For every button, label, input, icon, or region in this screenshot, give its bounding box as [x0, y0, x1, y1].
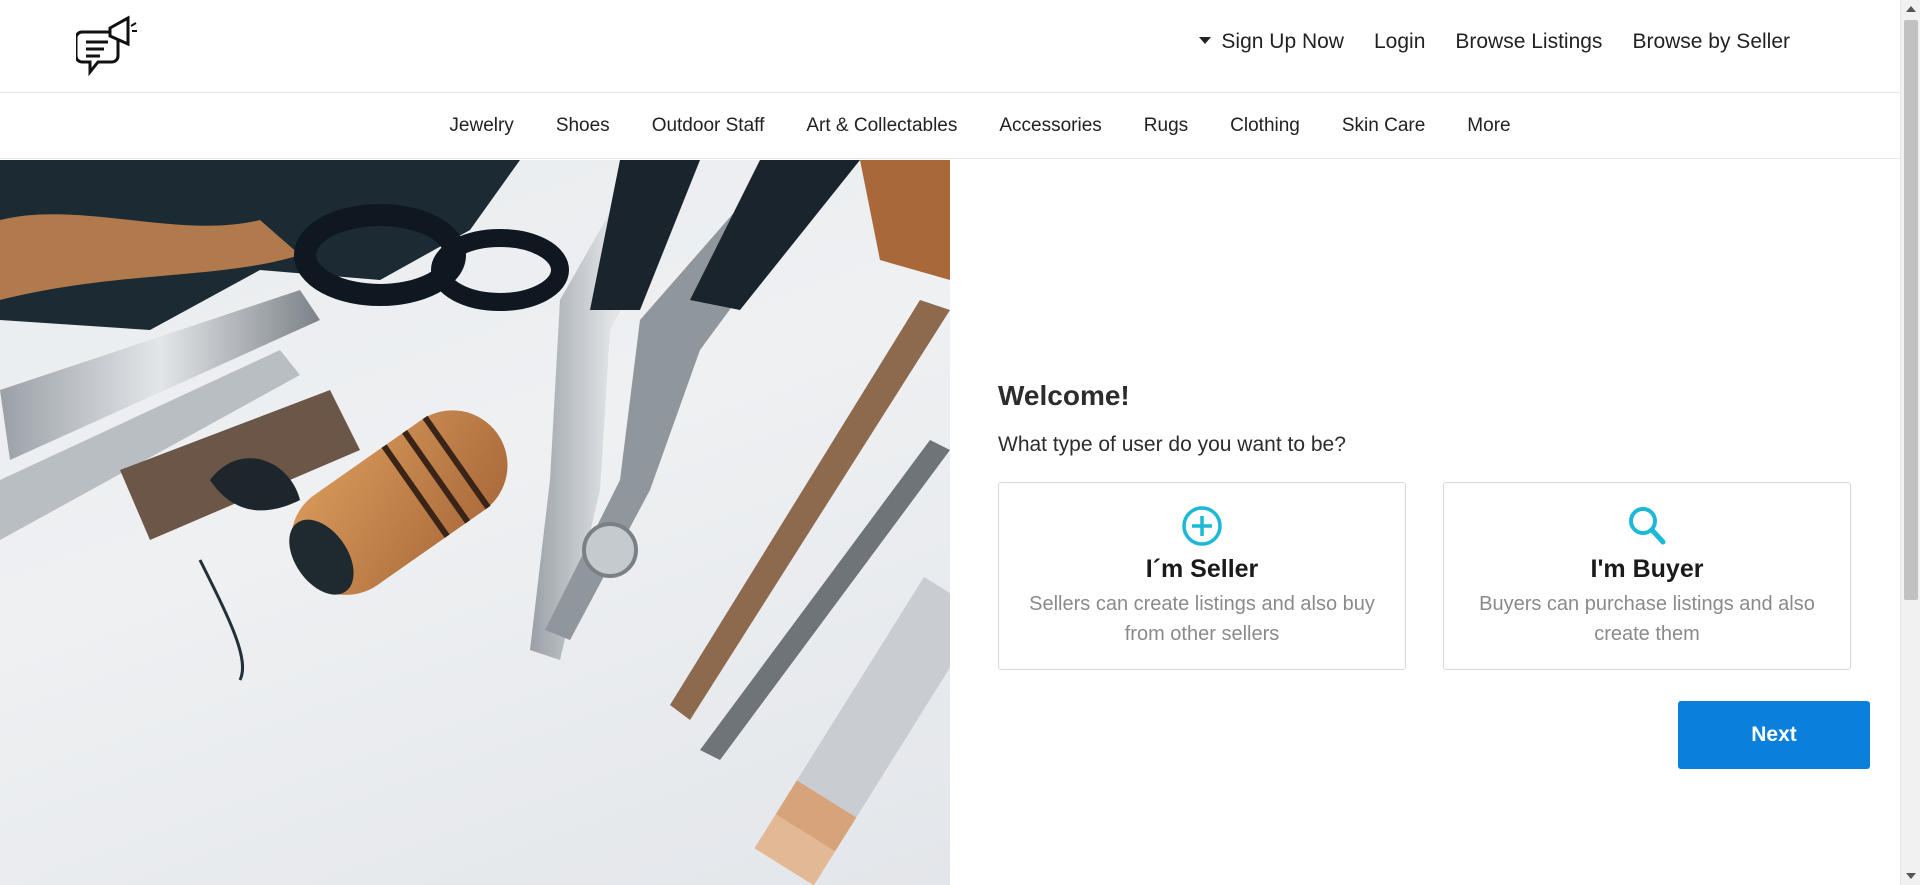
login-link[interactable]: Login — [1374, 30, 1425, 54]
scroll-up-arrow-icon[interactable] — [1906, 6, 1916, 12]
search-icon — [1629, 507, 1666, 545]
buyer-option-title: I'm Buyer — [1590, 555, 1704, 583]
plus-circle-icon — [1182, 506, 1222, 546]
next-button[interactable]: Next — [1678, 701, 1870, 769]
caret-down-icon — [1199, 36, 1212, 44]
page-scrollbar[interactable] — [1900, 0, 1920, 885]
browse-listings-link[interactable]: Browse Listings — [1455, 30, 1602, 54]
seller-option-card[interactable]: I´m Seller Sellers can create listings a… — [998, 482, 1406, 670]
browse-by-seller-link[interactable]: Browse by Seller — [1632, 30, 1790, 54]
user-type-question: What type of user do you want to be? — [998, 433, 1346, 456]
category-shoes[interactable]: Shoes — [556, 115, 610, 137]
scroll-down-arrow-icon[interactable] — [1906, 873, 1916, 879]
category-art-collectables[interactable]: Art & Collectables — [806, 115, 957, 137]
scrollbar-thumb[interactable] — [1904, 20, 1918, 600]
top-nav: Sign Up Now Login Browse Listings Browse… — [1199, 30, 1790, 54]
chat-megaphone-logo-icon[interactable] — [76, 14, 138, 78]
user-type-panel: Welcome! What type of user do you want t… — [998, 160, 1878, 885]
category-clothing[interactable]: Clothing — [1230, 115, 1300, 137]
welcome-heading: Welcome! — [998, 380, 1130, 411]
category-jewelry[interactable]: Jewelry — [449, 115, 513, 137]
sign-up-now-link[interactable]: Sign Up Now — [1199, 30, 1344, 54]
buyer-option-description: Buyers can purchase listings and also cr… — [1479, 593, 1815, 645]
category-nav: Jewelry Shoes Outdoor Staff Art & Collec… — [0, 94, 1900, 159]
craft-tools-photo — [0, 160, 950, 885]
category-rugs[interactable]: Rugs — [1144, 115, 1188, 137]
seller-option-title: I´m Seller — [1145, 555, 1259, 583]
category-more[interactable]: More — [1467, 115, 1510, 137]
category-skin-care[interactable]: Skin Care — [1342, 115, 1425, 137]
top-header: Sign Up Now Login Browse Listings Browse… — [0, 0, 1900, 93]
category-accessories[interactable]: Accessories — [999, 115, 1101, 137]
hero-tools-image — [0, 160, 950, 885]
seller-option-description: Sellers can create listings and also buy… — [1029, 593, 1375, 645]
buyer-option-card[interactable]: I'm Buyer Buyers can purchase listings a… — [1443, 482, 1851, 670]
category-outdoor-staff[interactable]: Outdoor Staff — [652, 115, 765, 137]
